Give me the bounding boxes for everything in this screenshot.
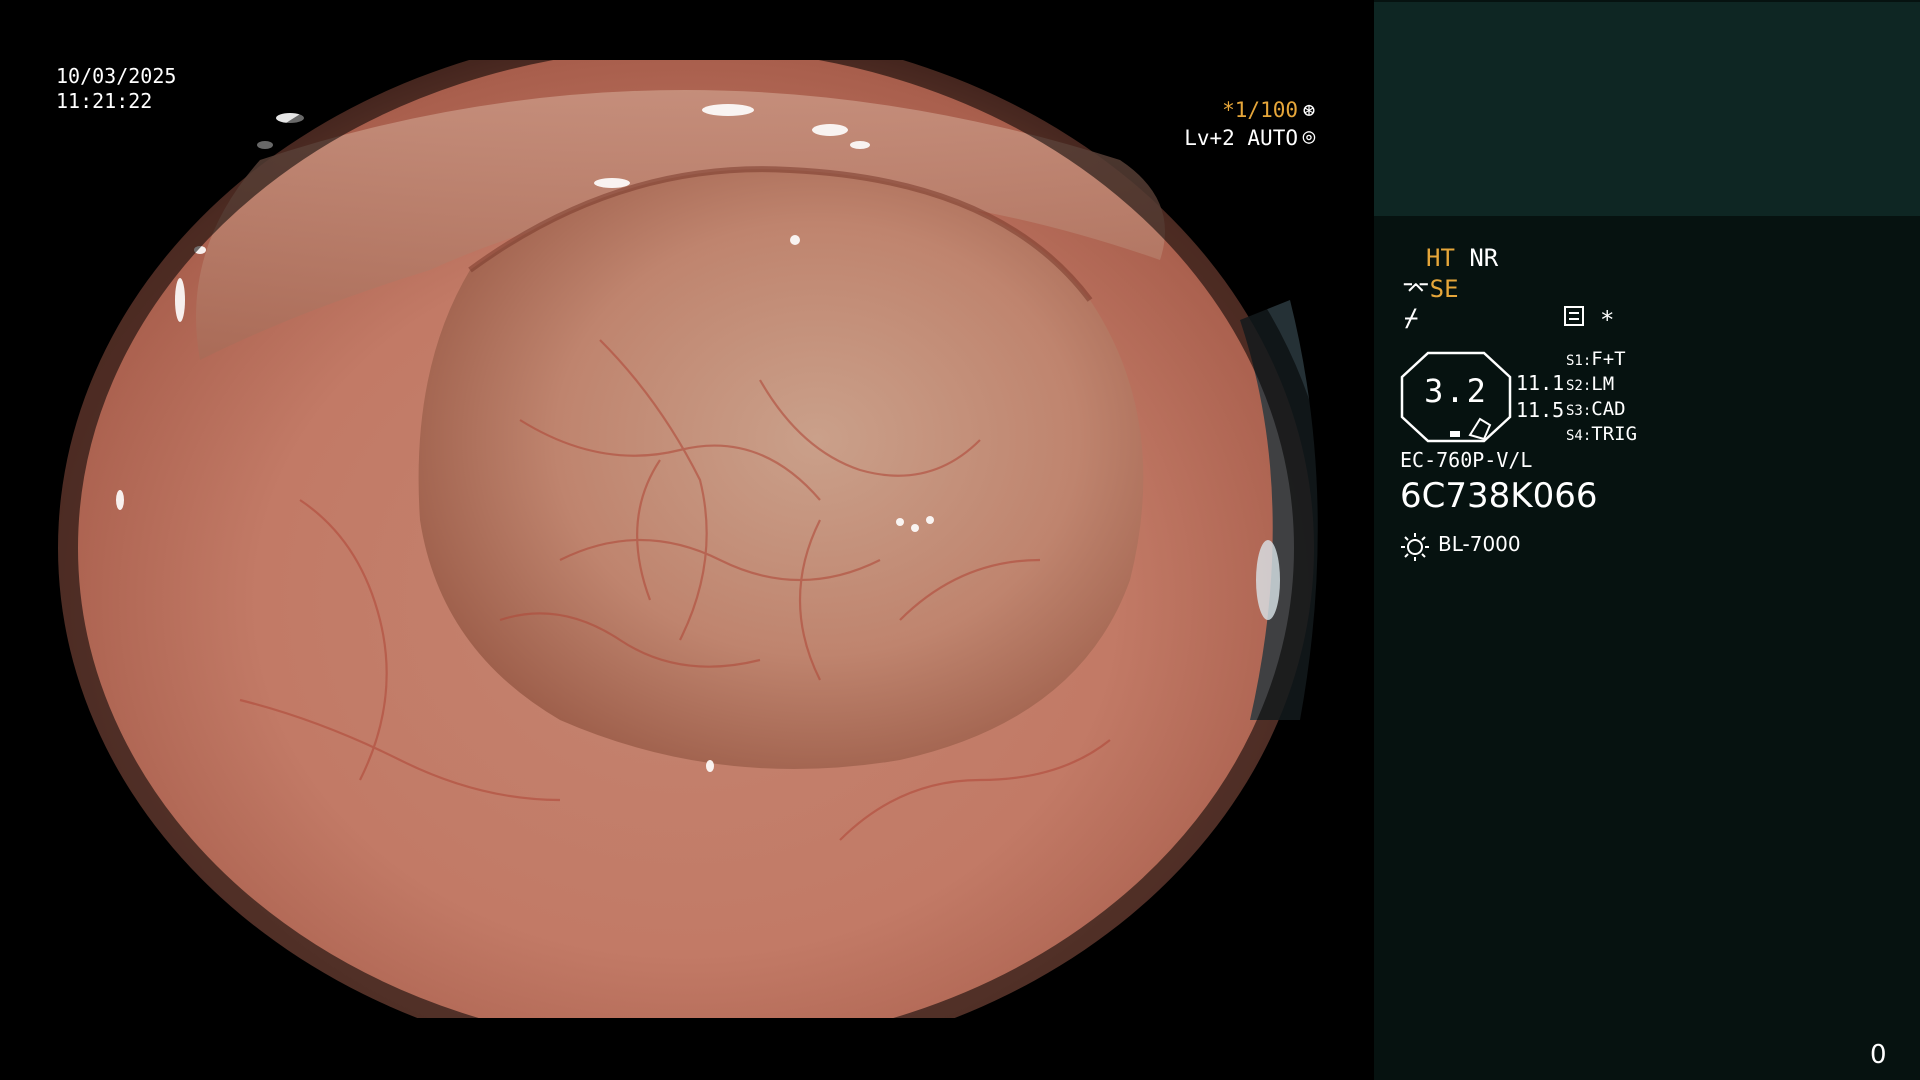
light-source-icon	[1401, 533, 1429, 561]
ht-nr-row: HT NR	[1426, 244, 1498, 272]
shutter-speed: *1/100 ⊛	[1222, 98, 1320, 123]
time-text: 11:21:22	[56, 89, 153, 113]
s2-value: LM	[1591, 373, 1615, 395]
scope-model: EC-760P-V/L	[1400, 448, 1533, 472]
endoscope-image	[38, 60, 1334, 1018]
ht-label: HT	[1426, 244, 1455, 272]
endoscope-view: 10/03/2025 11:21:22 *1/100 ⊛ Lv+2 AUTO ⌾	[0, 0, 1372, 1080]
menu-icon	[1564, 306, 1584, 326]
light-source-label: BL-7000	[1438, 532, 1521, 556]
s4-value: TRIG	[1591, 423, 1638, 445]
se-row: ⌤SE	[1402, 275, 1459, 303]
level-text: Lv+2 AUTO	[1184, 126, 1298, 150]
s3-label: S3:	[1566, 403, 1592, 419]
s1-label: S1:	[1566, 353, 1592, 369]
s1-row: S1:F+T	[1566, 348, 1626, 370]
date-text: 10/03/2025	[56, 64, 177, 88]
se-label: SE	[1429, 275, 1459, 303]
s2-row: S2:LM	[1566, 373, 1614, 395]
s4-row: S4:TRIG	[1566, 423, 1637, 445]
asterisk-mark: *	[1600, 306, 1615, 334]
s3-value: CAD	[1591, 398, 1626, 420]
timestamp: 10/03/2025 11:21:22	[56, 64, 176, 114]
thumbnail-area	[1374, 2, 1920, 216]
shutter-text: *1/100	[1222, 98, 1298, 122]
s4-label: S4:	[1566, 428, 1592, 444]
setting-value-2: 11.5	[1516, 398, 1565, 422]
zoom-value: 3.2	[1424, 372, 1488, 410]
shutter-icon: ⊛	[1302, 98, 1316, 122]
scope-icon: ⌤	[1402, 275, 1430, 303]
setting-value-1: 11.1	[1516, 371, 1565, 395]
info-panel: HT NR ⌤SE ⌿ * 3.2 11.1 11.5 S1:F+T S2:LM…	[1374, 0, 1920, 1080]
filter-icon: ⌿	[1404, 304, 1419, 332]
scope-serial: 6C738K066	[1400, 476, 1598, 516]
auto-iris-icon: ⌾	[1302, 126, 1316, 150]
exposure-level: Lv+2 AUTO ⌾	[1184, 126, 1320, 151]
corner-counter: 0	[1870, 1040, 1887, 1070]
s3-row: S3:CAD	[1566, 398, 1626, 420]
s2-label: S2:	[1566, 378, 1592, 394]
nr-label: NR	[1469, 244, 1499, 272]
s1-value: F+T	[1591, 348, 1626, 370]
